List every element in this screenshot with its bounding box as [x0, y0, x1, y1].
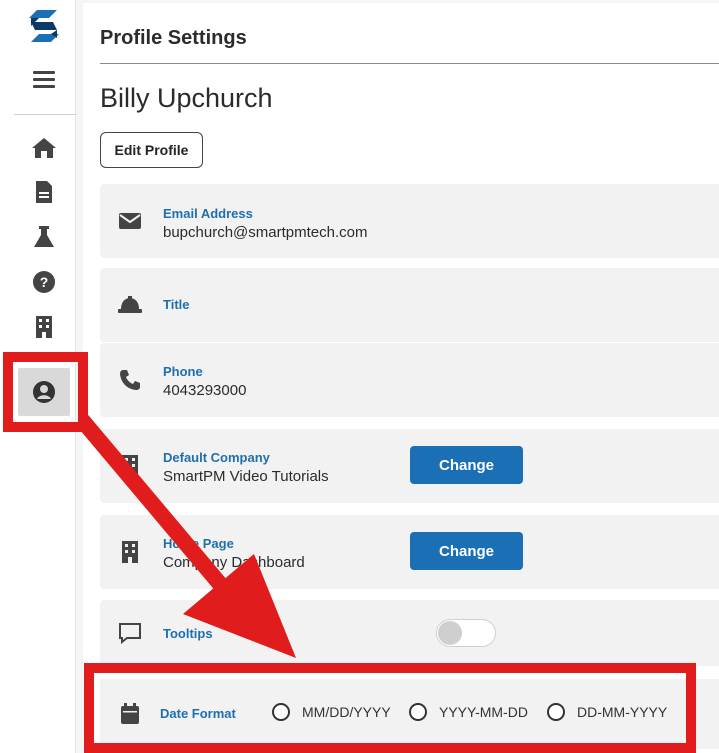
phone-label: Phone — [163, 364, 203, 379]
tooltips-label: Tooltips — [163, 626, 213, 641]
svg-text:?: ? — [40, 274, 49, 290]
hamburger-line — [33, 85, 55, 88]
tooltips-row: Tooltips — [100, 600, 719, 666]
home-icon — [32, 138, 56, 158]
flask-icon — [34, 226, 54, 247]
title-row: Title — [100, 268, 719, 342]
sidebar-item-documents[interactable] — [30, 178, 58, 206]
email-label: Email Address — [163, 206, 253, 221]
building-icon — [117, 453, 143, 479]
default-company-row: Default Company SmartPM Video Tutorials … — [100, 429, 719, 503]
email-row: Email Address bupchurch@smartpmtech.com — [100, 184, 719, 258]
envelope-icon — [117, 208, 143, 234]
hamburger-line — [33, 71, 55, 74]
phone-row: Phone 4043293000 — [100, 343, 719, 417]
hamburger-line — [33, 78, 55, 81]
email-value: bupchurch@smartpmtech.com — [163, 224, 368, 241]
home-page-row: Home Page Company Dashboard Change — [100, 515, 719, 589]
phone-icon — [117, 367, 143, 393]
annotation-box-profile — [3, 352, 88, 432]
home-page-value: Company Dashboard — [163, 554, 305, 571]
sidebar-item-home[interactable] — [30, 134, 58, 162]
change-default-company-button[interactable]: Change — [410, 446, 523, 484]
building-icon — [36, 316, 52, 338]
toggle-knob — [438, 621, 462, 645]
sidebar-divider — [14, 114, 76, 115]
default-company-label: Default Company — [163, 450, 270, 465]
speech-bubble-icon — [117, 620, 143, 646]
phone-value: 4043293000 — [163, 382, 247, 399]
title-divider — [100, 63, 719, 64]
hardhat-icon — [117, 292, 143, 318]
sidebar-item-help[interactable]: ? — [30, 268, 58, 296]
default-company-value: SmartPM Video Tutorials — [163, 468, 329, 485]
edit-profile-button[interactable]: Edit Profile — [100, 132, 203, 168]
sidebar-item-companies[interactable] — [30, 313, 58, 341]
user-name: Billy Upchurch — [100, 83, 273, 113]
change-home-page-button[interactable]: Change — [410, 532, 523, 570]
profile-panel: Profile Settings Billy Upchurch Edit Pro… — [83, 3, 719, 753]
menu-toggle-button[interactable] — [33, 71, 55, 93]
page-title: Profile Settings — [100, 27, 247, 49]
help-icon: ? — [33, 271, 55, 293]
annotation-box-date-format — [84, 663, 696, 753]
building-icon — [117, 539, 143, 565]
title-label: Title — [163, 297, 190, 312]
home-page-label: Home Page — [163, 536, 234, 551]
tooltips-toggle[interactable] — [436, 619, 496, 647]
smartpm-logo — [29, 10, 59, 42]
sidebar-item-lab[interactable] — [30, 223, 58, 251]
document-icon — [36, 181, 52, 203]
